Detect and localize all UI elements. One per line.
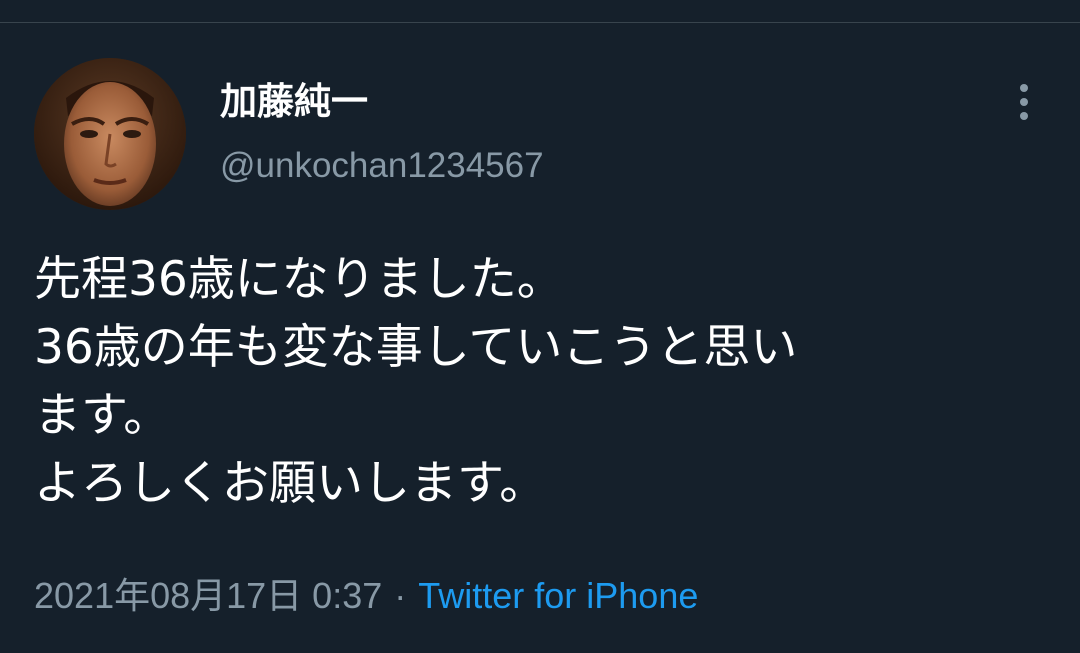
meta-separator: · — [394, 575, 407, 616]
tweet-source-link[interactable]: Twitter for iPhone — [418, 572, 698, 620]
author-handle[interactable]: @unkochan1234567 — [220, 144, 544, 188]
more-options-button[interactable] — [1004, 80, 1044, 124]
author-display-name[interactable]: 加藤純一 — [220, 80, 368, 124]
tweet-text-line: ます。 — [34, 388, 171, 443]
tweet-text: 先程36歳になりました。 36歳の年も変な事していこうと思い ます。 よろしくお… — [34, 246, 1044, 518]
user-avatar-portrait-icon — [34, 58, 186, 210]
avatar[interactable] — [34, 58, 186, 210]
tweet-text-line: 先程36歳になりました。 — [34, 252, 564, 307]
tweet-meta: 2021年08月17日 0:37 · Twitter for iPhone — [34, 572, 698, 620]
more-vertical-icon — [1020, 84, 1028, 120]
tweet-text-line: よろしくお願いします。 — [34, 456, 547, 511]
tweet-timestamp[interactable]: 2021年08月17日 0:37 — [34, 572, 382, 620]
top-divider — [0, 22, 1080, 23]
tweet-text-line: 36歳の年も変な事していこうと思い — [34, 320, 798, 375]
